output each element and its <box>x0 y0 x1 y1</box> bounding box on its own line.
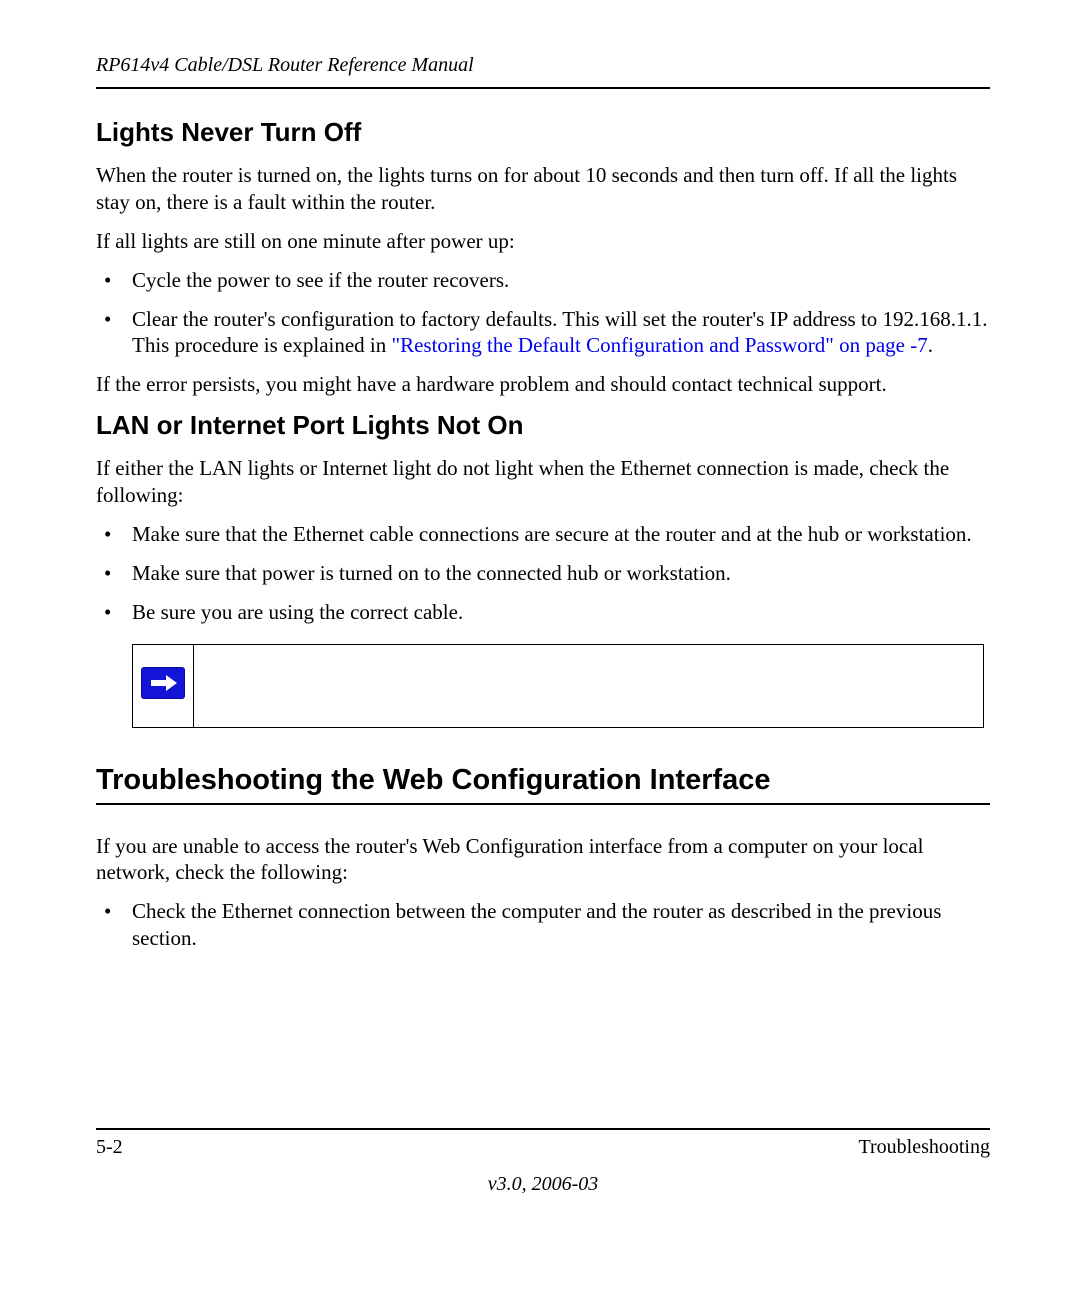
list-item: Clear the router's configuration to fact… <box>96 306 990 360</box>
body-text: If you are unable to access the router's… <box>96 833 990 887</box>
body-text: If either the LAN lights or Internet lig… <box>96 455 990 509</box>
note-icon-cell <box>133 644 194 727</box>
body-text: If the error persists, you might have a … <box>96 371 990 398</box>
list-item-text: . <box>928 333 933 357</box>
list-item: Be sure you are using the correct cable. <box>96 599 990 626</box>
xref-link-restoring-default[interactable]: "Restoring the Default Configuration and… <box>392 333 928 357</box>
footer-rule <box>96 1128 990 1130</box>
header-rule <box>96 87 990 89</box>
list-item: Make sure that power is turned on to the… <box>96 560 990 587</box>
version-stamp: v3.0, 2006-03 <box>96 1173 990 1196</box>
chapter-name: Troubleshooting <box>858 1136 990 1159</box>
heading-rule <box>96 803 990 805</box>
body-text: When the router is turned on, the lights… <box>96 162 990 216</box>
body-text: If all lights are still on one minute af… <box>96 228 990 255</box>
running-header: RP614v4 Cable/DSL Router Reference Manua… <box>96 54 990 77</box>
list-item: Cycle the power to see if the router rec… <box>96 267 990 294</box>
bullet-list: Cycle the power to see if the router rec… <box>96 267 990 360</box>
page-number: 5-2 <box>96 1136 123 1159</box>
list-item: Make sure that the Ethernet cable connec… <box>96 521 990 548</box>
heading-lan-internet-lights: LAN or Internet Port Lights Not On <box>96 410 990 441</box>
heading-troubleshooting-web-config: Troubleshooting the Web Configuration In… <box>96 764 990 797</box>
bullet-list: Check the Ethernet connection between th… <box>96 898 990 952</box>
bullet-list: Make sure that the Ethernet cable connec… <box>96 521 990 626</box>
note-content-cell <box>194 644 984 727</box>
arrow-right-icon <box>142 668 184 698</box>
page: RP614v4 Cable/DSL Router Reference Manua… <box>0 0 1080 1296</box>
heading-lights-never-turn-off: Lights Never Turn Off <box>96 117 990 148</box>
note-callout <box>132 644 984 728</box>
page-footer: 5-2 Troubleshooting v3.0, 2006-03 <box>96 1128 990 1196</box>
list-item: Check the Ethernet connection between th… <box>96 898 990 952</box>
